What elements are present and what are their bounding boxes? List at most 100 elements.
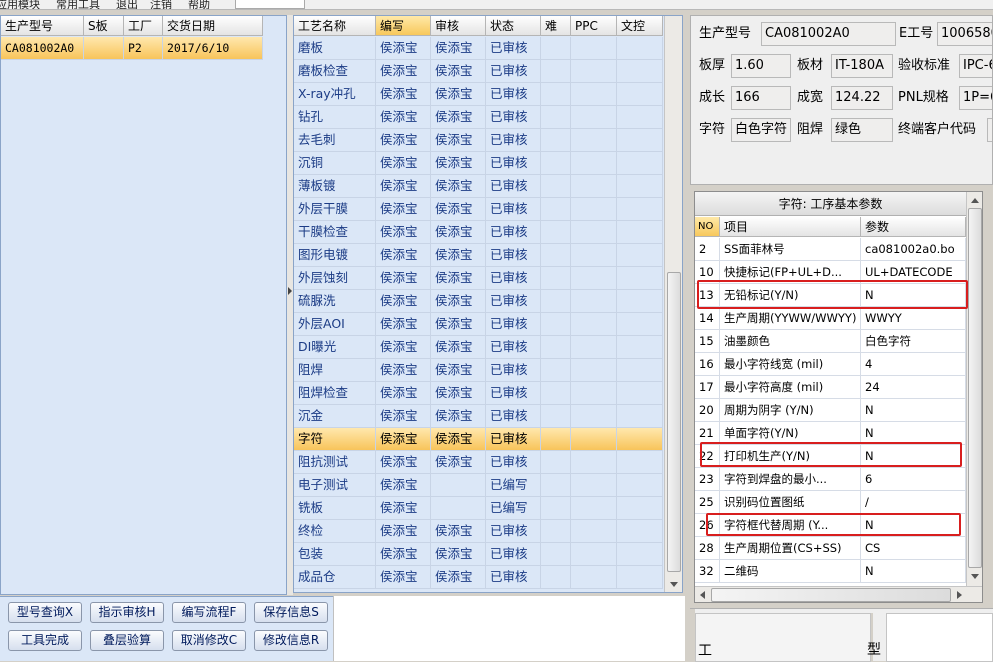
scroll-up-icon[interactable] <box>971 198 979 203</box>
table-row[interactable]: 沉铜 侯添宝 侯添宝 已审核 <box>294 152 663 175</box>
menu-item-help[interactable]: 帮助 <box>188 0 210 9</box>
pnl-spec-field[interactable]: 1P=6 <box>959 86 992 110</box>
col-header-ppc[interactable]: PPC <box>571 16 617 36</box>
table-row[interactable]: 干膜检查 侯添宝 侯添宝 已审核 <box>294 221 663 244</box>
table-row[interactable]: 钻孔 侯添宝 侯添宝 已审核 <box>294 106 663 129</box>
param-row[interactable]: 15 油墨颜色 白色字符 <box>695 330 966 353</box>
cell-param-value: 6 <box>861 468 966 491</box>
col-header-s-board[interactable]: S板 <box>84 16 124 36</box>
table-row[interactable]: 阻焊 侯添宝 侯添宝 已审核 <box>294 359 663 382</box>
table-row[interactable]: 电子测试 侯添宝 已编写 <box>294 474 663 497</box>
cell-writer: 侯添宝 <box>376 405 431 428</box>
col-header-status[interactable]: 状态 <box>486 16 541 36</box>
customer-code-field[interactable] <box>987 118 992 142</box>
table-row[interactable]: 薄板镀 侯添宝 侯添宝 已审核 <box>294 175 663 198</box>
table-row[interactable]: DI曝光 侯添宝 侯添宝 已审核 <box>294 336 663 359</box>
thickness-field[interactable]: 1.60 <box>731 54 791 78</box>
material-field[interactable]: IT-180A <box>831 54 893 78</box>
char-field[interactable]: 白色字符 <box>731 118 791 142</box>
scroll-down-icon[interactable] <box>670 582 678 587</box>
table-row[interactable]: 成品仓 侯添宝 侯添宝 已审核 <box>294 566 663 589</box>
param-row[interactable]: 2 SS面菲林号 ca081002a0.bo <box>695 238 966 261</box>
cell-param-item: 生产周期(YYWW/WWYY) <box>720 307 861 330</box>
table-row[interactable]: 阻抗测试 侯添宝 侯添宝 已审核 <box>294 451 663 474</box>
scroll-right-icon[interactable] <box>957 591 962 599</box>
process-rows: 磨板 侯添宝 侯添宝 已审核 磨板检查 侯添宝 侯添宝 已审核 X-ray冲孔 侯添宝 侯添宝 已审核… <box>294 37 663 592</box>
tool-complete-button[interactable]: 工具完成 <box>8 630 82 651</box>
cell-writer: 侯添宝 <box>376 497 431 520</box>
solder-mask-field[interactable]: 绿色 <box>831 118 893 142</box>
col-header-no[interactable]: NO <box>695 217 720 237</box>
model-query-button[interactable]: 型号查询X <box>8 602 82 623</box>
acceptance-std-field[interactable]: IPC-6 <box>959 54 992 78</box>
params-scrollbar[interactable] <box>966 192 982 586</box>
save-info-button[interactable]: 保存信息S <box>254 602 328 623</box>
length-field[interactable]: 166 <box>731 86 791 110</box>
cell-process-name: 去毛刺 <box>294 129 376 152</box>
scroll-down-icon[interactable] <box>971 574 979 579</box>
cancel-edit-button[interactable]: 取消修改C <box>172 630 246 651</box>
cell-reviewer: 侯添宝 <box>431 520 486 543</box>
table-row[interactable]: 阻焊检查 侯添宝 侯添宝 已审核 <box>294 382 663 405</box>
params-hscrollbar[interactable] <box>695 586 982 602</box>
review-indicate-button[interactable]: 指示审核H <box>90 602 164 623</box>
menu-item-modules[interactable]: 应用模块 <box>0 0 40 9</box>
menu-item-logout[interactable]: 注销 <box>150 0 172 9</box>
cell-difficulty <box>541 566 571 589</box>
table-row[interactable]: 硫脲洗 侯添宝 侯添宝 已审核 <box>294 290 663 313</box>
model-field[interactable]: CA081002A0 <box>761 22 896 46</box>
cell-writer: 侯添宝 <box>376 221 431 244</box>
col-header-factory[interactable]: 工厂 <box>124 16 163 36</box>
table-row[interactable]: 沉金 侯添宝 侯添宝 已审核 <box>294 405 663 428</box>
table-row[interactable]: 磨板 侯添宝 侯添宝 已审核 <box>294 37 663 60</box>
table-row[interactable]: CA081002A0 P2 2017/6/10 <box>1 37 263 60</box>
cell-doc-control <box>617 520 663 543</box>
menu-item-exit[interactable]: 退出 <box>116 0 138 9</box>
cell-writer: 侯添宝 <box>376 175 431 198</box>
param-row[interactable]: 16 最小字符线宽 (mil) 4 <box>695 353 966 376</box>
table-row[interactable]: 去毛刺 侯添宝 侯添宝 已审核 <box>294 129 663 152</box>
eno-field[interactable]: 1006580 <box>937 22 992 46</box>
param-row[interactable]: 20 周期为阴字 (Y/N) N <box>695 399 966 422</box>
col-header-delivery-date[interactable]: 交货日期 <box>163 16 263 36</box>
table-row[interactable]: 铣板 侯添宝 已编写 <box>294 497 663 520</box>
menu-item-tools[interactable]: 常用工具 <box>56 0 100 9</box>
table-row[interactable]: 外层蚀刻 侯添宝 侯添宝 已审核 <box>294 267 663 290</box>
cell-status: 已审核 <box>486 175 541 198</box>
table-row[interactable]: 外层干膜 侯添宝 侯添宝 已审核 <box>294 198 663 221</box>
col-header-process-name[interactable]: 工艺名称 <box>294 16 376 36</box>
width-field[interactable]: 124.22 <box>831 86 893 110</box>
col-header-reviewer[interactable]: 审核 <box>431 16 486 36</box>
col-header-difficulty[interactable]: 难 <box>541 16 571 36</box>
param-row[interactable]: 25 识别码位置图纸 / <box>695 491 966 514</box>
col-header-writer[interactable]: 编写 <box>376 16 431 36</box>
table-row[interactable]: X-ray冲孔 侯添宝 侯添宝 已审核 <box>294 83 663 106</box>
table-row[interactable]: 终检 侯添宝 侯添宝 已审核 <box>294 520 663 543</box>
stackup-check-button[interactable]: 叠层验算 <box>90 630 164 651</box>
param-row[interactable]: 32 二维码 N <box>695 560 966 583</box>
param-row[interactable]: 14 生产周期(YYWW/WWYY) WWYY <box>695 307 966 330</box>
edit-info-button[interactable]: 修改信息R <box>254 630 328 651</box>
col-header-item[interactable]: 项目 <box>720 217 861 237</box>
cell-writer: 侯添宝 <box>376 129 431 152</box>
cell-ppc <box>571 129 617 152</box>
table-row[interactable]: 磨板检查 侯添宝 侯添宝 已审核 <box>294 60 663 83</box>
params-hscroll-thumb[interactable] <box>711 588 951 602</box>
scroll-left-icon[interactable] <box>700 591 705 599</box>
table-row[interactable]: 外层AOI 侯添宝 侯添宝 已审核 <box>294 313 663 336</box>
param-row[interactable]: 28 生产周期位置(CS+SS) CS <box>695 537 966 560</box>
table-row[interactable]: 包装 侯添宝 侯添宝 已审核 <box>294 543 663 566</box>
process-scroll-thumb[interactable] <box>667 272 681 572</box>
col-header-doc-control[interactable]: 文控 <box>617 16 663 36</box>
cell-param-no: 17 <box>695 376 720 399</box>
table-row[interactable]: 图形电镀 侯添宝 侯添宝 已审核 <box>294 244 663 267</box>
table-row[interactable]: 字符 侯添宝 侯添宝 已审核 <box>294 428 663 451</box>
param-row[interactable]: 17 最小字符高度 (mil) 24 <box>695 376 966 399</box>
params-scroll-thumb[interactable] <box>968 208 982 568</box>
col-header-model[interactable]: 生产型号 <box>1 16 84 36</box>
write-flow-button[interactable]: 编写流程F <box>172 602 246 623</box>
col-header-value[interactable]: 参数 <box>861 217 966 237</box>
process-scrollbar[interactable] <box>664 16 682 592</box>
param-row[interactable]: 23 字符到焊盘的最小... 6 <box>695 468 966 491</box>
menu-dropdown[interactable] <box>235 0 305 9</box>
